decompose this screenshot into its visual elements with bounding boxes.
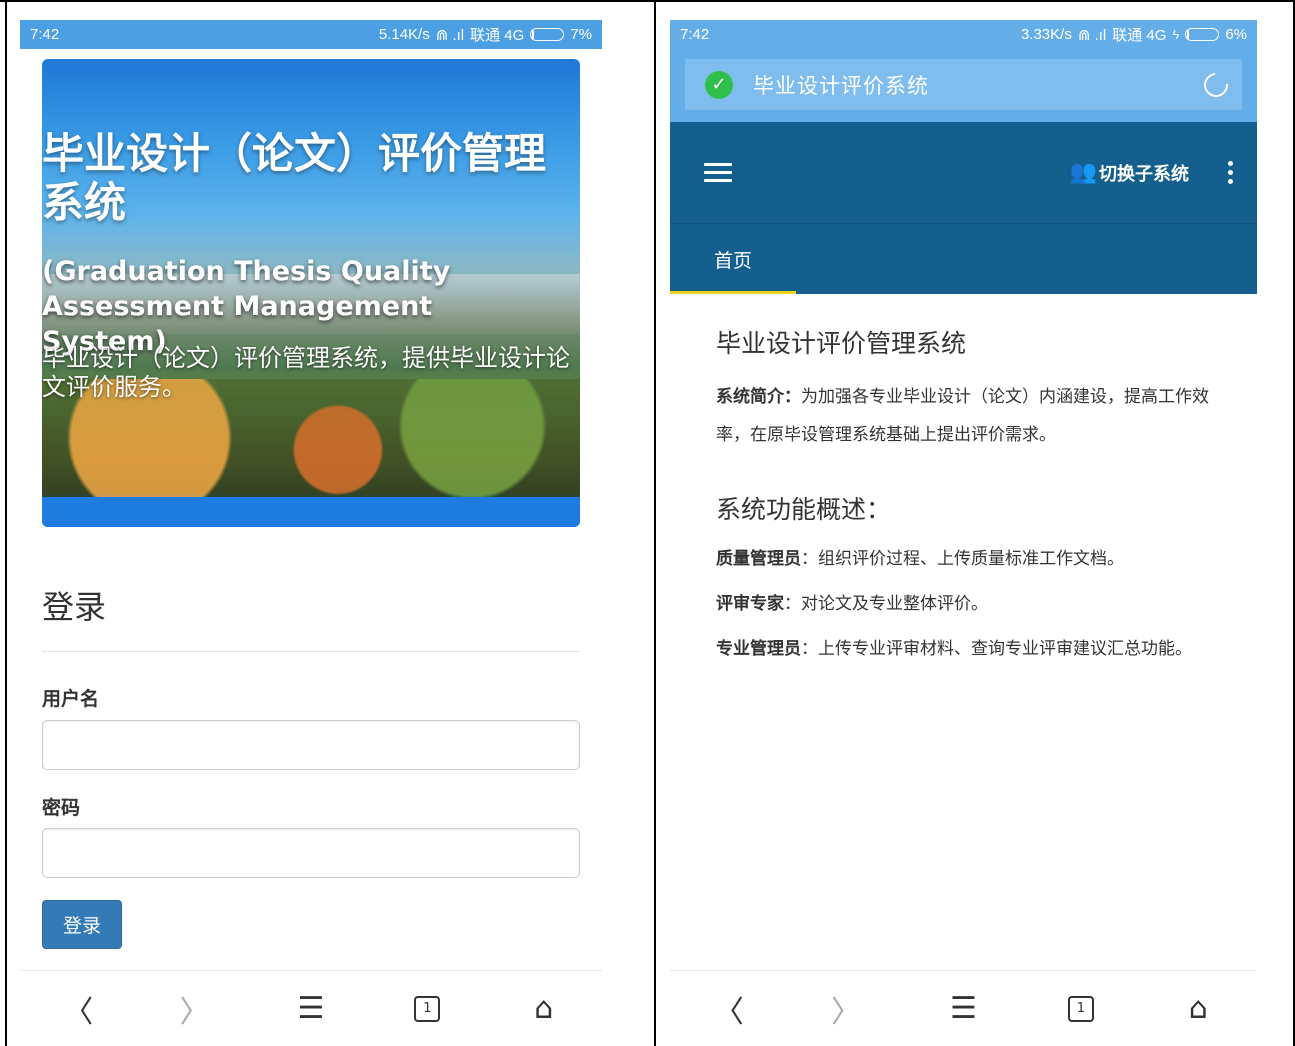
app-bar: 👥 切换子系统 xyxy=(670,122,1257,223)
username-label: 用户名 xyxy=(42,688,100,710)
battery-icon xyxy=(530,28,565,41)
forward-icon[interactable]: 〉 xyxy=(826,989,866,1030)
username-input[interactable] xyxy=(42,720,580,770)
divider xyxy=(42,651,580,652)
signal-icon: ⋒ .ıl xyxy=(435,26,465,44)
browser-nav-bar: 〈 〉 ☰ 1 ⌂ xyxy=(670,970,1257,1046)
frame-border-left xyxy=(5,0,7,1046)
battery-level xyxy=(532,30,535,39)
signal-icon: ⋒ .ıl xyxy=(1077,26,1107,44)
back-icon[interactable]: 〈 xyxy=(709,989,749,1030)
password-label: 密码 xyxy=(42,797,81,819)
home-screen: 7:42 3.33K/s ⋒ .ıl 联通 4G ϟ 6% ✓ 毕业设计评价系统… xyxy=(670,20,1257,1046)
feature-role: 质量管理员 xyxy=(716,549,801,569)
network-speed: 5.14K/s xyxy=(378,26,430,43)
tabs-icon[interactable]: 1 xyxy=(407,989,447,1029)
status-bar: 7:42 5.14K/s ⋒ .ıl 联通 4G 7% xyxy=(20,20,602,49)
active-tab-indicator xyxy=(670,291,796,294)
status-indicators: 3.33K/s ⋒ .ıl 联通 4G ϟ 6% xyxy=(1021,24,1247,45)
feature-role: 专业管理员 xyxy=(716,639,801,659)
login-heading: 登录 xyxy=(42,588,107,626)
hero-banner: 毕业设计（论文）评价管理系统 (Graduation Thesis Qualit… xyxy=(42,59,580,527)
tabs-count: 1 xyxy=(414,995,441,1022)
hero-title: 毕业设计（论文）评价管理系统 xyxy=(42,129,547,227)
menu-icon[interactable]: ☰ xyxy=(943,989,983,1029)
feature-item: 质量管理员：组织评价过程、上传质量标准工作文档。 xyxy=(716,540,1216,578)
feature-role: 评审专家 xyxy=(716,594,784,614)
charging-icon: ϟ xyxy=(1172,27,1180,42)
tabs-icon[interactable]: 1 xyxy=(1061,989,1101,1029)
feature-desc: ：对论文及专业整体评价。 xyxy=(784,594,988,614)
feature-desc: ：上传专业评审材料、查询专业评审建议汇总功能。 xyxy=(801,639,1192,659)
tabs-count: 1 xyxy=(1067,995,1094,1022)
switch-subsystem-button[interactable]: 👥 切换子系统 xyxy=(1070,160,1189,186)
kebab-icon[interactable] xyxy=(1225,161,1235,184)
login-screen: 7:42 5.14K/s ⋒ .ıl 联通 4G 7% 毕业设计（论文）评价管理… xyxy=(20,20,602,1046)
browser-address-area: ✓ 毕业设计评价系统 xyxy=(670,49,1257,122)
carrier-label: 联通 4G xyxy=(470,27,525,44)
battery-percent: 6% xyxy=(1225,26,1247,43)
status-bar: 7:42 3.33K/s ⋒ .ıl 联通 4G ϟ 6% xyxy=(670,20,1257,49)
forward-icon[interactable]: 〉 xyxy=(175,989,215,1030)
home-icon[interactable]: ⌂ xyxy=(524,989,564,1029)
browser-nav-bar: 〈 〉 ☰ 1 ⌂ xyxy=(20,970,602,1046)
page-title: 毕业设计评价管理系统 xyxy=(716,329,967,358)
reload-icon[interactable] xyxy=(1199,67,1233,102)
features-heading: 系统功能概述： xyxy=(716,495,892,524)
address-text[interactable]: 毕业设计评价系统 xyxy=(753,70,1204,100)
back-icon[interactable]: 〈 xyxy=(58,989,98,1030)
frame-border-middle xyxy=(654,0,656,1046)
battery-level xyxy=(1187,30,1190,39)
intro-label: 系统简介： xyxy=(716,387,801,407)
home-icon[interactable]: ⌂ xyxy=(1178,989,1218,1029)
hero-description: 毕业设计（论文）评价管理系统，提供毕业设计论文评价服务。 xyxy=(42,344,570,401)
menu-icon[interactable]: ☰ xyxy=(291,989,331,1029)
feature-item: 专业管理员：上传专业评审材料、查询专业评审建议汇总功能。 xyxy=(716,630,1216,668)
switch-subsystem-label: 切换子系统 xyxy=(1099,163,1189,185)
tab-bar: 首页 xyxy=(670,223,1257,294)
frame-border-top xyxy=(0,0,1295,2)
network-speed: 3.33K/s xyxy=(1020,26,1072,43)
users-icon: 👥 xyxy=(1069,160,1097,185)
hamburger-icon[interactable] xyxy=(704,163,732,182)
tab-home[interactable]: 首页 xyxy=(670,224,796,294)
shield-check-icon: ✓ xyxy=(705,70,733,99)
carrier-label: 联通 4G xyxy=(1112,27,1167,44)
battery-percent: 7% xyxy=(570,26,592,43)
status-time: 7:42 xyxy=(30,26,60,43)
main-content: 毕业设计评价管理系统 系统简介：为加强各专业毕业设计（论文）内涵建设，提高工作效… xyxy=(716,324,1216,675)
status-time: 7:42 xyxy=(680,26,710,43)
login-button[interactable]: 登录 xyxy=(42,900,122,949)
address-bar[interactable]: ✓ 毕业设计评价系统 xyxy=(685,59,1242,110)
status-indicators: 5.14K/s ⋒ .ıl 联通 4G 7% xyxy=(379,24,592,45)
password-input[interactable] xyxy=(42,828,580,878)
feature-desc: ：组织评价过程、上传质量标准工作文档。 xyxy=(801,549,1124,569)
feature-item: 评审专家：对论文及专业整体评价。 xyxy=(716,585,1216,623)
battery-icon xyxy=(1185,28,1220,41)
intro-paragraph: 系统简介：为加强各专业毕业设计（论文）内涵建设，提高工作效率，在原毕设管理系统基… xyxy=(716,378,1216,454)
hero-bottom-band xyxy=(42,497,580,527)
